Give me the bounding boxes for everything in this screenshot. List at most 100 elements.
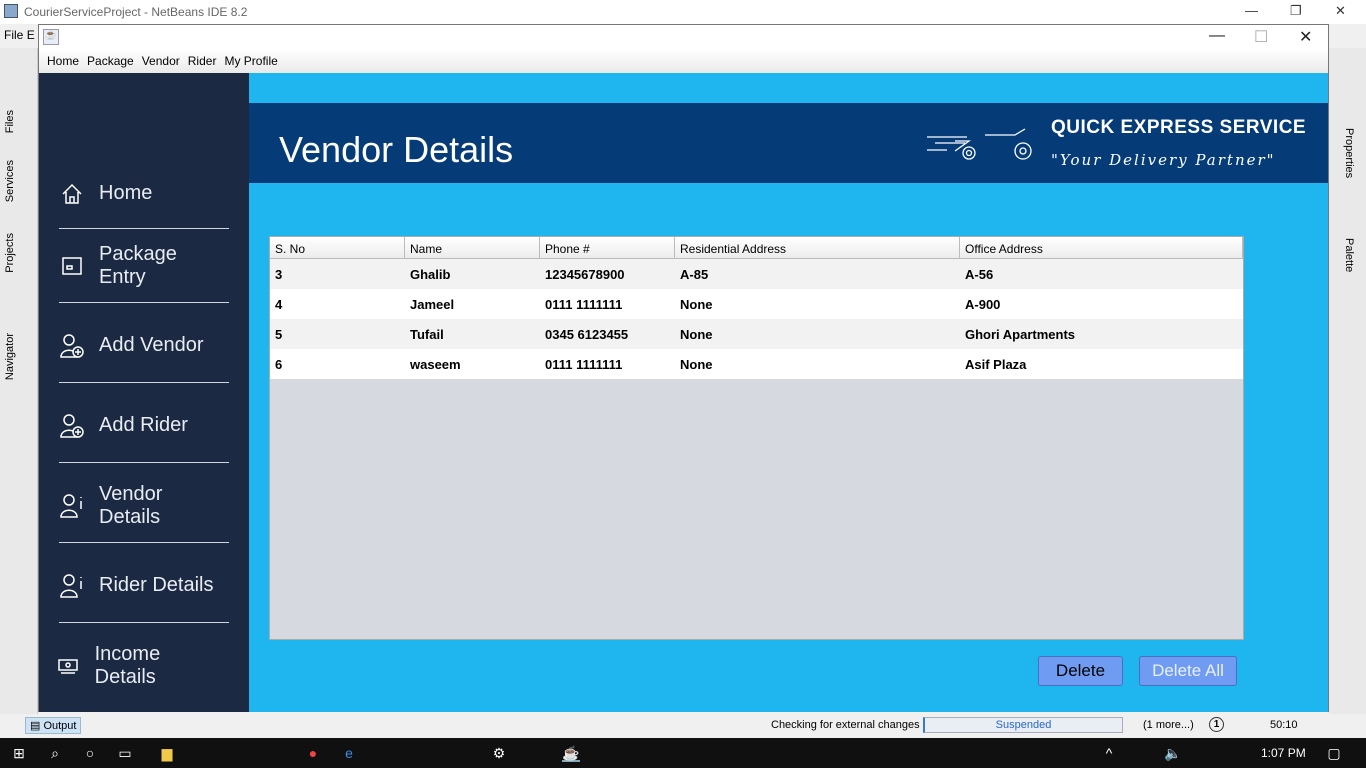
volume-icon[interactable]: 🔈: [1164, 744, 1182, 762]
table-cell[interactable]: 3: [270, 267, 405, 282]
notifications-icon[interactable]: 1: [1209, 717, 1224, 732]
table-cell[interactable]: A-85: [675, 267, 960, 282]
sidebar-item-add-vendor[interactable]: Add Vendor: [59, 309, 229, 383]
table-cell[interactable]: 0345 6123455: [540, 327, 675, 342]
menu-vendor[interactable]: Vendor: [142, 54, 180, 68]
tab-services[interactable]: Services: [4, 160, 16, 202]
column-header[interactable]: Residential Address: [675, 237, 960, 258]
table-cell[interactable]: None: [675, 357, 960, 372]
tray-chevron-icon[interactable]: ^: [1100, 744, 1118, 762]
app-menu-bar: Home Package Vendor Rider My Profile: [39, 49, 1328, 73]
column-header[interactable]: S. No: [270, 237, 405, 258]
table-cell[interactable]: 4: [270, 297, 405, 312]
table-cell[interactable]: 5: [270, 327, 405, 342]
sidebar-item-package-entry[interactable]: Package Entry: [59, 229, 229, 303]
cortana-icon[interactable]: ○: [81, 744, 99, 762]
app-window: ☕ — ☐ ✕ Home Package Vendor Rider My Pro…: [38, 24, 1329, 712]
menu-rider[interactable]: Rider: [188, 54, 217, 68]
sidebar-label: Package Entry: [98, 242, 177, 288]
action-center-icon[interactable]: ▢: [1325, 744, 1343, 762]
restore-button[interactable]: ❐: [1290, 3, 1302, 19]
table-row[interactable]: 3 Ghalib 12345678900 A-85 A-56: [270, 259, 1243, 289]
table-cell[interactable]: None: [675, 297, 960, 312]
progress-bar: Suspended: [923, 717, 1123, 733]
table-row[interactable]: 6 waseem 0111 1111111 None Asif Plaza: [270, 349, 1243, 379]
delete-all-button[interactable]: Delete All: [1139, 656, 1237, 686]
add-user-icon: [59, 413, 85, 439]
sidebar-label: Home: [99, 182, 153, 204]
menu-home[interactable]: Home: [47, 54, 79, 68]
sidebar-item-add-rider[interactable]: Add Rider: [59, 389, 229, 463]
ide-title-bar: CourierServiceProject - NetBeans IDE 8.2…: [0, 0, 1366, 24]
app-maximize-button[interactable]: ☐: [1254, 27, 1268, 47]
sidebar-label: Add Rider: [99, 414, 188, 436]
add-user-icon: [59, 333, 85, 359]
sidebar-item-income-details[interactable]: Income Details: [55, 629, 225, 703]
start-icon[interactable]: ⊞: [10, 744, 28, 762]
sidebar-label: Income Details: [94, 643, 161, 688]
money-icon: [55, 653, 81, 679]
ide-status-bar: ▤ Output Checking for external changes S…: [0, 714, 1366, 738]
table-cell[interactable]: 12345678900: [540, 267, 675, 282]
sidebar-item-rider-details[interactable]: Rider Details: [59, 549, 229, 623]
home-icon: [59, 181, 85, 207]
task-view-icon[interactable]: ▭: [116, 744, 134, 762]
delete-button[interactable]: Delete: [1038, 656, 1123, 686]
ide-left-panel: Files Services Projects Navigator: [0, 48, 38, 714]
brand-tagline: "Your Delivery Partner": [1051, 151, 1276, 169]
table-row[interactable]: 4 Jameel 0111 1111111 None A-900: [270, 289, 1243, 319]
delivery-bike-logo-icon: [927, 128, 1032, 160]
windows-taskbar: ⊞ ⌕ ○ ▭ ▆ ● e ⚙ ☕ ^ 🔈 1:07 PM ▢: [0, 738, 1366, 768]
ide-title: CourierServiceProject - NetBeans IDE 8.2: [24, 5, 248, 19]
close-button[interactable]: ✕: [1335, 3, 1346, 19]
tab-palette[interactable]: Palette: [1343, 238, 1355, 272]
column-header[interactable]: Name: [405, 237, 540, 258]
table-cell[interactable]: A-56: [960, 267, 1243, 282]
brand-name: QUICK EXPRESS SERVICE: [1051, 117, 1307, 138]
table-cell[interactable]: A-900: [960, 297, 1243, 312]
app-title-bar: ☕ — ☐ ✕: [39, 25, 1328, 49]
output-tab[interactable]: ▤ Output: [25, 717, 82, 734]
sidebar-item-home[interactable]: Home: [59, 159, 229, 229]
table-cell[interactable]: Ghalib: [405, 267, 540, 282]
column-header[interactable]: Office Address: [960, 237, 1243, 258]
sidebar-item-vendor-details[interactable]: Vendor Details: [59, 469, 229, 543]
page-title: Vendor Details: [279, 129, 514, 170]
sidebar: Home Package Entry Add Vendor Add Rider …: [39, 73, 249, 712]
settings-icon[interactable]: ⚙: [490, 744, 508, 762]
tab-projects[interactable]: Projects: [4, 233, 16, 273]
tab-navigator[interactable]: Navigator: [4, 333, 16, 380]
table-cell[interactable]: 6: [270, 357, 405, 372]
table-cell[interactable]: 0111 1111111: [540, 357, 675, 372]
tab-files[interactable]: Files: [4, 110, 16, 133]
table-cell[interactable]: Jameel: [405, 297, 540, 312]
ide-menu-edit[interactable]: E: [27, 28, 35, 42]
vendor-table[interactable]: S. No Name Phone # Residential Address O…: [269, 236, 1244, 640]
table-cell[interactable]: None: [675, 327, 960, 342]
java-icon: ☕: [43, 29, 59, 45]
edge-icon[interactable]: e: [340, 744, 358, 762]
menu-my-profile[interactable]: My Profile: [224, 54, 277, 68]
chrome-icon[interactable]: ●: [304, 744, 322, 762]
column-header[interactable]: Phone #: [540, 237, 675, 258]
file-explorer-icon[interactable]: ▆: [158, 744, 176, 762]
caret-position: 50:10: [1270, 719, 1298, 731]
table-cell[interactable]: 0111 1111111: [540, 297, 675, 312]
table-cell[interactable]: Asif Plaza: [960, 357, 1243, 372]
content-area: Home Package Entry Add Vendor Add Rider …: [39, 73, 1328, 712]
app-close-button[interactable]: ✕: [1299, 27, 1312, 47]
table-cell[interactable]: Ghori Apartments: [960, 327, 1243, 342]
table-cell[interactable]: Tufail: [405, 327, 540, 342]
app-minimize-button[interactable]: —: [1209, 27, 1225, 45]
ide-menu-file[interactable]: File: [4, 28, 23, 42]
clock[interactable]: 1:07 PM: [1261, 746, 1306, 760]
more-tasks-link[interactable]: (1 more...): [1143, 719, 1194, 731]
table-row[interactable]: 5 Tufail 0345 6123455 None Ghori Apartments: [270, 319, 1243, 349]
java-app-icon[interactable]: ☕: [562, 744, 580, 762]
minimize-button[interactable]: —: [1245, 3, 1258, 18]
table-cell[interactable]: waseem: [405, 357, 540, 372]
output-tab-label: Output: [43, 720, 77, 732]
menu-package[interactable]: Package: [87, 54, 134, 68]
search-icon[interactable]: ⌕: [46, 744, 64, 762]
tab-properties[interactable]: Properties: [1343, 128, 1355, 178]
